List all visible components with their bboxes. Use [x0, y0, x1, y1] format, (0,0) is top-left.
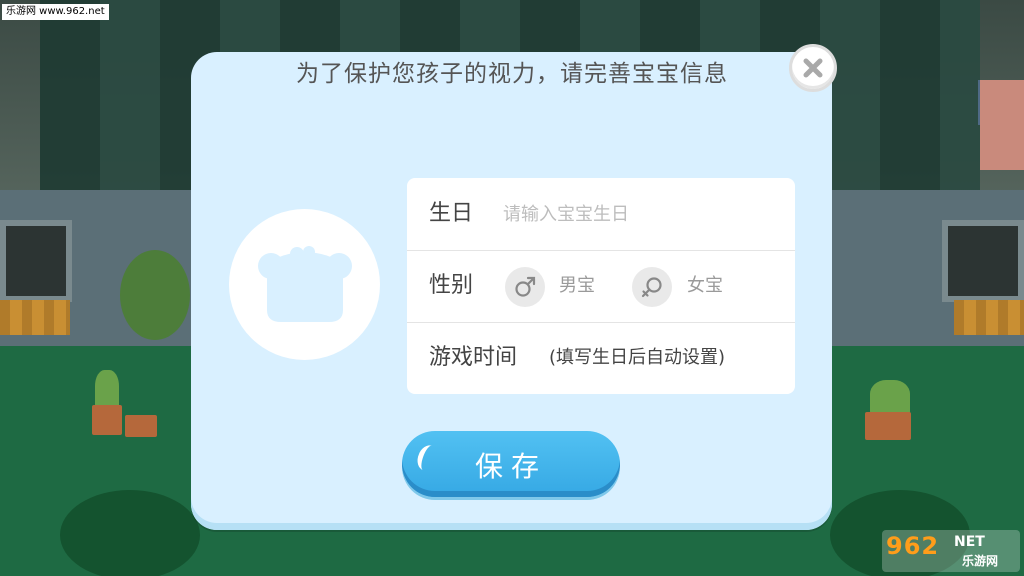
close-icon — [803, 58, 823, 78]
save-button-label: 保存 — [474, 450, 547, 483]
close-button[interactable] — [789, 44, 837, 92]
gender-row: 性别 男宝 女宝 — [407, 250, 795, 323]
birthday-row: 生日 — [407, 178, 795, 251]
window-left — [0, 220, 72, 302]
dialog-title: 为了保护您孩子的视力，请完善宝宝信息 — [296, 61, 728, 87]
site-logo: 962 NET 乐游网 — [882, 530, 1020, 572]
info-form: 生日 性别 男宝 女宝 游戏时间 (填写生日后自动设置) — [407, 178, 795, 394]
avatar[interactable] — [229, 209, 380, 360]
distant-house — [980, 80, 1024, 170]
logo-net: NET — [954, 534, 985, 550]
plant-pot — [125, 415, 157, 437]
female-option[interactable] — [632, 267, 672, 307]
logo-number: 962 — [886, 532, 940, 560]
gender-label: 性别 — [429, 273, 474, 298]
male-symbol-icon — [515, 276, 536, 297]
female-label[interactable]: 女宝 — [687, 250, 723, 322]
cactus-plant — [870, 380, 910, 415]
plant-pot — [865, 412, 911, 440]
fence-left — [0, 300, 70, 335]
save-button[interactable]: 保存 — [402, 431, 620, 497]
male-option[interactable] — [505, 267, 545, 307]
cactus-plant — [95, 370, 119, 410]
window-right — [942, 220, 1024, 302]
playtime-note: (填写生日后自动设置) — [549, 347, 726, 368]
logo-subtitle: 乐游网 — [962, 554, 999, 568]
hanging-plant — [120, 250, 190, 340]
birthday-label: 生日 — [429, 201, 474, 226]
birthday-input[interactable] — [503, 198, 773, 230]
bear-icon — [258, 246, 352, 322]
fence-right — [954, 300, 1024, 335]
plant-pot — [92, 405, 122, 435]
male-label[interactable]: 男宝 — [559, 250, 595, 322]
playtime-label: 游戏时间 — [429, 345, 518, 370]
female-symbol-icon — [641, 277, 662, 298]
playtime-row: 游戏时间 (填写生日后自动设置) — [407, 322, 795, 394]
bush — [60, 490, 200, 576]
watermark-text: 乐游网 www.962.net — [2, 4, 109, 20]
